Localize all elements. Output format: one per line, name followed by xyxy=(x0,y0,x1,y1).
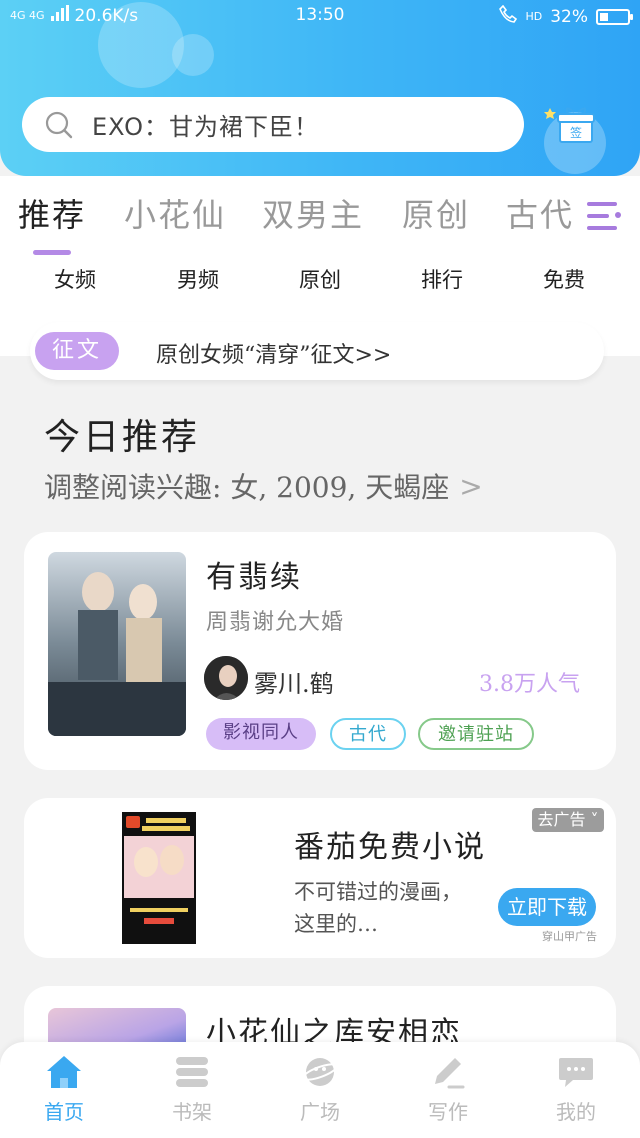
remove-ad-button[interactable]: 去广告 ˅ xyxy=(532,808,604,832)
category-tabs: 推荐 小花仙 双男主 原创 古代 xyxy=(0,190,640,250)
nav-plaza[interactable]: 广场 xyxy=(280,1054,360,1125)
book-description: 周翡谢允大婚 xyxy=(206,610,345,635)
tab-ancient[interactable]: 古代 xyxy=(506,190,574,236)
phone-icon xyxy=(499,4,518,28)
ad-source-label: 穿山甲广告 xyxy=(542,930,597,943)
section-title: 今日推荐 xyxy=(44,417,201,458)
bubble-decoration xyxy=(172,34,214,76)
ad-title: 番茄免费小说 xyxy=(294,830,486,865)
hd-indicator: HD xyxy=(525,10,543,23)
subnav-original[interactable]: 原创 xyxy=(275,264,365,294)
nav-me[interactable]: 我的 xyxy=(536,1054,616,1125)
sub-navigation: 女频 男频 原创 排行 免费 xyxy=(0,264,640,298)
tab-original[interactable]: 原创 xyxy=(402,190,470,236)
subnav-free[interactable]: 免费 xyxy=(519,264,609,294)
chat-icon xyxy=(557,1054,595,1090)
contest-banner[interactable]: 征文 原创女频“清穿”征文>> xyxy=(30,322,604,380)
tab-menu-icon[interactable] xyxy=(587,200,621,232)
tag-ancient[interactable]: 古代 xyxy=(330,718,406,750)
home-icon xyxy=(45,1054,83,1090)
tab-double-male[interactable]: 双男主 xyxy=(262,190,364,236)
ad-card[interactable]: 番茄免费小说 不可错过的漫画，这里的… 去广告 ˅ 立即下载 穿山甲广告 xyxy=(24,798,616,958)
book-title: 有翡续 xyxy=(206,560,302,595)
active-tab-indicator xyxy=(33,250,71,255)
nav-bookshelf[interactable]: 书架 xyxy=(152,1054,232,1125)
search-placeholder: EXO：甘为裙下臣！ xyxy=(92,113,319,141)
contest-badge: 征文 xyxy=(35,332,119,370)
bottom-navigation: 首页 书架 广场 写作 我的 xyxy=(0,1042,640,1138)
chevron-right-icon: > xyxy=(459,469,483,503)
tag-fanfic[interactable]: 影视同人 xyxy=(206,718,316,750)
popularity-count: 3.8万人气 xyxy=(479,672,580,697)
avatar xyxy=(204,656,248,700)
header: 4G 4G 20.6K/s 13:50 HD 32% EXO：甘为裙下臣！ 签 xyxy=(0,0,640,176)
bookshelf-icon xyxy=(173,1054,211,1090)
download-button[interactable]: 立即下载 xyxy=(498,888,596,926)
ad-description: 不可错过的漫画，这里的… xyxy=(294,880,462,936)
nav-write[interactable]: 写作 xyxy=(408,1054,488,1125)
ad-image xyxy=(122,812,196,944)
signin-button[interactable]: 签 xyxy=(544,107,606,174)
tab-xiaohuaxian[interactable]: 小花仙 xyxy=(124,190,226,236)
pen-icon xyxy=(429,1054,467,1090)
adjust-interest-link[interactable]: 调整阅读兴趣: 女, 2009, 天蝎座 > xyxy=(44,466,483,506)
planet-icon xyxy=(301,1054,339,1090)
nav-home[interactable]: 首页 xyxy=(24,1054,104,1125)
remove-ad-label: 去广告 xyxy=(537,810,586,829)
gift-icon: 签 xyxy=(544,107,595,143)
book-card[interactable]: 有翡续 周翡谢允大婚 雾川.鹤 3.8万人气 影视同人 古代 邀请驻站 xyxy=(24,532,616,770)
tag-invite[interactable]: 邀请驻站 xyxy=(418,718,534,750)
subnav-male[interactable]: 男频 xyxy=(153,264,243,294)
clock: 13:50 xyxy=(295,5,345,25)
nav-bookshelf-label: 书架 xyxy=(172,1100,212,1124)
subnav-ranking[interactable]: 排行 xyxy=(397,264,487,294)
subnav-female[interactable]: 女频 xyxy=(30,264,120,294)
signin-label: 签 xyxy=(570,125,582,140)
nav-write-label: 写作 xyxy=(428,1100,468,1124)
interest-text: 调整阅读兴趣: 女, 2009, 天蝎座 xyxy=(44,471,450,504)
nav-me-label: 我的 xyxy=(556,1100,596,1124)
book-cover xyxy=(48,552,186,736)
status-bar: 4G 4G 20.6K/s 13:50 HD 32% xyxy=(0,0,640,34)
tab-recommend[interactable]: 推荐 xyxy=(18,190,86,236)
battery-percent: 32% xyxy=(550,6,588,27)
search-icon xyxy=(44,110,74,140)
nav-plaza-label: 广场 xyxy=(300,1100,340,1124)
search-input[interactable]: EXO：甘为裙下臣！ xyxy=(22,97,524,152)
battery-icon xyxy=(596,8,633,25)
battery-level-fill xyxy=(600,12,608,21)
contest-text: 原创女频“清穿”征文>> xyxy=(156,343,392,368)
author-name: 雾川.鹤 xyxy=(254,670,334,698)
nav-home-label: 首页 xyxy=(44,1100,84,1124)
